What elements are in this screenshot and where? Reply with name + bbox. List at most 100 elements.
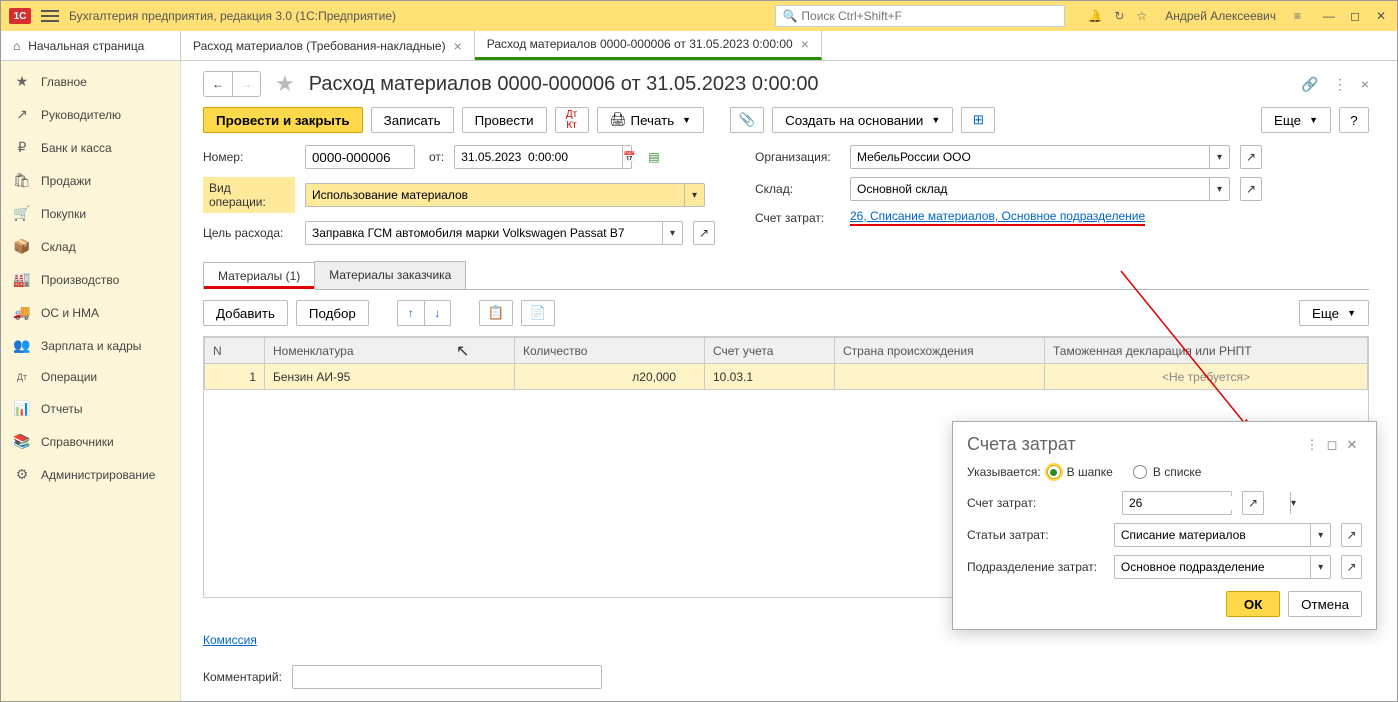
sidebar-item-manager[interactable]: ↗Руководителю: [1, 98, 180, 131]
structure-button[interactable]: ⊞: [961, 107, 995, 133]
chevron-down-icon[interactable]: ▾: [684, 184, 704, 206]
tab-list[interactable]: Расход материалов (Требования-накладные)…: [181, 31, 475, 60]
popup-close-icon[interactable]: ✕: [1342, 437, 1362, 453]
radio-in-list[interactable]: [1133, 465, 1147, 479]
open-ref-button[interactable]: ↗: [1341, 523, 1362, 547]
search-input[interactable]: [801, 9, 1058, 23]
popup-maximize-icon[interactable]: ◻: [1322, 437, 1342, 453]
open-ref-button[interactable]: ↗: [1240, 145, 1262, 169]
chevron-down-icon[interactable]: ▾: [1310, 524, 1330, 546]
help-button[interactable]: ?: [1339, 107, 1369, 133]
sidebar-item-sales[interactable]: 🛍Продажи: [1, 164, 180, 197]
cancel-button[interactable]: Отмена: [1288, 591, 1362, 617]
ruble-icon: ₽: [13, 139, 31, 156]
tab-home[interactable]: ⌂ Начальная страница: [1, 31, 181, 60]
copy-button[interactable]: 📋: [479, 300, 513, 326]
attach-button[interactable]: 📎: [730, 107, 764, 133]
move-up-button[interactable]: ↑: [398, 301, 424, 325]
user-name[interactable]: Андрей Алексеевич: [1165, 9, 1276, 23]
comment-input[interactable]: [292, 665, 602, 689]
number-input[interactable]: [305, 145, 415, 169]
back-button[interactable]: ←: [204, 72, 232, 96]
paste-button[interactable]: 📄: [521, 300, 555, 326]
calendar-icon[interactable]: 📅: [622, 146, 635, 168]
minimize-icon[interactable]: —: [1321, 9, 1337, 23]
menu-icon[interactable]: [41, 10, 59, 22]
history-icon[interactable]: ↻: [1114, 9, 1124, 23]
content: ← → ★ Расход материалов 0000-000006 от 3…: [181, 61, 1397, 701]
bag-icon: 🛍: [13, 172, 31, 189]
popup-item-select[interactable]: ▾: [1114, 523, 1331, 547]
date-input[interactable]: 📅: [454, 145, 632, 169]
sidebar-item-main[interactable]: ★Главное: [1, 65, 180, 98]
chevron-down-icon[interactable]: ▾: [1290, 492, 1296, 514]
table-row[interactable]: 1 Бензин АИ-95 20,000л 10.03.1 <Не требу…: [205, 364, 1368, 390]
close-icon[interactable]: ✕: [1373, 9, 1389, 23]
tab-close-icon[interactable]: ×: [801, 36, 809, 52]
sidebar-item-payroll[interactable]: 👥Зарплата и кадры: [1, 329, 180, 362]
chevron-down-icon[interactable]: ▾: [1209, 178, 1229, 200]
close-panel-icon[interactable]: ×: [1361, 76, 1369, 93]
add-button[interactable]: Добавить: [203, 300, 288, 326]
open-ref-button[interactable]: ↗: [1240, 177, 1262, 201]
popup-dept-select[interactable]: ▾: [1114, 555, 1331, 579]
chevron-down-icon[interactable]: ▾: [1209, 146, 1229, 168]
sidebar-item-production[interactable]: 🏭Производство: [1, 263, 180, 296]
create-based-button[interactable]: Создать на основании▼: [772, 107, 953, 133]
search-box[interactable]: 🔍: [775, 5, 1065, 27]
cost-account-link[interactable]: 26, Списание материалов, Основное подраз…: [850, 209, 1145, 226]
sidebar-item-catalogs[interactable]: 📚Справочники: [1, 425, 180, 458]
kebab-icon[interactable]: ⋮: [1333, 76, 1347, 93]
col-n[interactable]: N: [205, 338, 265, 364]
post-button[interactable]: Провести: [462, 107, 547, 133]
col-country[interactable]: Страна происхождения: [835, 338, 1045, 364]
sidebar-item-bank[interactable]: ₽Банк и касса: [1, 131, 180, 164]
col-nomenclature[interactable]: Номенклатура: [265, 338, 515, 364]
ok-button[interactable]: ОК: [1226, 591, 1280, 617]
pick-button[interactable]: Подбор: [296, 300, 369, 326]
maximize-icon[interactable]: ◻: [1347, 9, 1363, 23]
grid-more-button[interactable]: Еще▼: [1299, 300, 1369, 326]
print-button[interactable]: 🖨Печать▼: [597, 107, 705, 133]
tab-materials[interactable]: Материалы (1): [203, 262, 315, 290]
radio-in-header[interactable]: [1047, 465, 1061, 479]
write-button[interactable]: Записать: [371, 107, 454, 133]
star-icon[interactable]: ☆: [1136, 9, 1147, 23]
col-account[interactable]: Счет учета: [705, 338, 835, 364]
sidebar-item-purchases[interactable]: 🛒Покупки: [1, 197, 180, 230]
sidebar-item-warehouse[interactable]: 📦Склад: [1, 230, 180, 263]
sidebar-item-operations[interactable]: ДтОперации: [1, 362, 180, 392]
move-down-button[interactable]: ↓: [424, 301, 450, 325]
chevron-down-icon[interactable]: ▾: [1310, 556, 1330, 578]
op-type-select[interactable]: ▾: [305, 183, 705, 207]
popup-dept-label: Подразделение затрат:: [967, 560, 1104, 574]
open-ref-button[interactable]: ↗: [1242, 491, 1264, 515]
col-qty[interactable]: Количество: [515, 338, 705, 364]
settings-icon[interactable]: ≡: [1294, 9, 1301, 23]
tab-document[interactable]: Расход материалов 0000-000006 от 31.05.2…: [475, 31, 822, 60]
tab-close-icon[interactable]: ×: [454, 38, 462, 54]
org-select[interactable]: ▾: [850, 145, 1230, 169]
chevron-down-icon[interactable]: ▾: [662, 222, 682, 244]
col-customs[interactable]: Таможенная декларация или РНПТ: [1045, 338, 1368, 364]
popup-acct-select[interactable]: ▾: [1122, 491, 1232, 515]
warehouse-select[interactable]: ▾: [850, 177, 1230, 201]
sidebar-item-assets[interactable]: 🚚ОС и НМА: [1, 296, 180, 329]
commission-link[interactable]: Комиссия: [203, 633, 257, 647]
posted-icon: ▤: [648, 150, 659, 164]
more-button[interactable]: Еще▼: [1261, 107, 1331, 133]
link-icon[interactable]: 🔗: [1301, 76, 1318, 93]
bell-icon[interactable]: 🔔: [1087, 9, 1102, 23]
favorite-icon[interactable]: ★: [275, 71, 295, 97]
purpose-input[interactable]: ▾: [305, 221, 683, 245]
tab-customer-materials[interactable]: Материалы заказчика: [314, 261, 466, 289]
dtct-button[interactable]: ДтКт: [555, 107, 589, 133]
open-ref-button[interactable]: ↗: [1341, 555, 1362, 579]
open-ref-button[interactable]: ↗: [693, 221, 715, 245]
popup-kebab-icon[interactable]: ⋮: [1302, 437, 1322, 453]
sidebar-item-reports[interactable]: 📊Отчеты: [1, 392, 180, 425]
books-icon: 📚: [13, 433, 31, 450]
sidebar-item-admin[interactable]: ⚙Администрирование: [1, 458, 180, 491]
forward-button[interactable]: →: [232, 72, 260, 96]
post-close-button[interactable]: Провести и закрыть: [203, 107, 363, 133]
